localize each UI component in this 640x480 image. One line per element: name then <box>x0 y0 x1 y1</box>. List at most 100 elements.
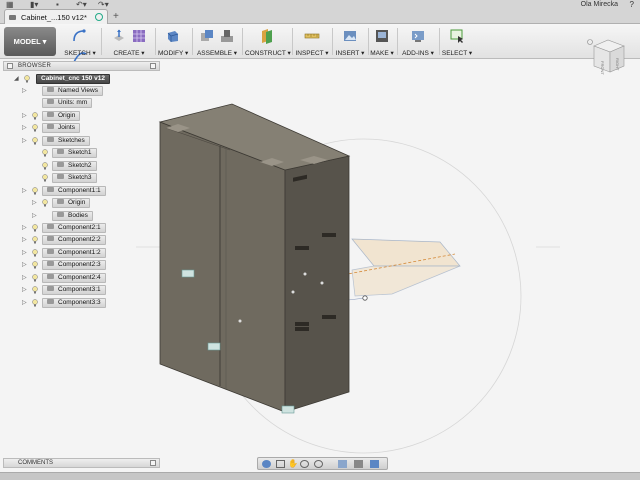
modify-group[interactable]: MODIFY ▾ <box>158 26 188 57</box>
expand-toggle-icon[interactable]: ▷ <box>22 87 27 94</box>
browser-panel-header[interactable]: BROWSER <box>3 61 160 71</box>
grid-menu-icon[interactable]: ▦ <box>6 0 14 9</box>
joint-icon[interactable] <box>219 28 235 44</box>
cabinet-front-face[interactable] <box>159 121 286 413</box>
collapse-browser-icon[interactable] <box>7 63 13 69</box>
expand-toggle-icon[interactable]: ▷ <box>22 286 27 293</box>
visibility-bulb-icon[interactable] <box>42 174 48 182</box>
look-at-icon[interactable] <box>276 460 285 468</box>
visibility-bulb-icon[interactable] <box>42 161 48 170</box>
add-ins-group[interactable]: ADD-INS ▾ <box>400 26 436 57</box>
viewcube[interactable]: FRONT RIGHT <box>584 36 632 84</box>
expand-comments-icon[interactable] <box>150 460 156 466</box>
visibility-bulb-icon[interactable] <box>32 124 38 132</box>
browser-node[interactable]: Units: mm <box>42 98 93 109</box>
expand-toggle-icon[interactable]: ▷ <box>22 124 27 131</box>
timeline-strip[interactable] <box>0 472 640 480</box>
expand-toggle-icon[interactable]: ▷ <box>22 224 27 231</box>
home-view-icon[interactable] <box>587 39 593 45</box>
insert-group[interactable]: INSERT ▾ <box>335 26 365 57</box>
browser-node[interactable]: Component3:3 <box>42 297 106 308</box>
offset-plane-icon[interactable] <box>259 28 275 44</box>
visibility-bulb-icon[interactable] <box>32 112 38 120</box>
make-group[interactable]: MAKE ▾ <box>370 26 394 57</box>
expand-toggle-icon[interactable]: ▷ <box>22 261 27 268</box>
joint-marker-icon[interactable] <box>181 269 195 278</box>
browser-node[interactable]: Component1:1 <box>42 185 106 196</box>
save-icon[interactable]: ▪ <box>56 0 59 9</box>
select-group[interactable]: SELECT ▾ <box>441 26 473 57</box>
workspace-switcher-button[interactable]: MODEL ▾ <box>4 27 56 56</box>
visibility-bulb-icon[interactable] <box>32 274 38 282</box>
browser-node[interactable]: Component2:3 <box>42 260 106 271</box>
browser-node[interactable]: Component2:1 <box>42 222 106 233</box>
display-settings-icon[interactable] <box>338 460 347 468</box>
undo-icon[interactable]: ↶▾ <box>76 0 87 9</box>
browser-node[interactable]: Bodies <box>52 210 93 221</box>
expand-toggle-icon[interactable]: ▷ <box>32 212 37 219</box>
browser-node[interactable]: Component2:4 <box>42 272 106 283</box>
user-name[interactable]: Ola Mirecka <box>581 0 618 9</box>
browser-node[interactable]: Sketch1 <box>52 148 97 159</box>
new-component-icon[interactable] <box>199 28 215 44</box>
browser-node[interactable]: Sketch3 <box>52 173 97 184</box>
browser-node[interactable]: Origin <box>42 110 81 121</box>
visibility-bulb-icon[interactable] <box>42 149 48 157</box>
visibility-bulb-icon[interactable] <box>32 249 38 257</box>
expand-toggle-icon[interactable]: ▷ <box>22 236 27 243</box>
pin-browser-icon[interactable] <box>150 63 156 69</box>
expand-toggle-icon[interactable]: ▷ <box>22 274 27 281</box>
sketch-point[interactable] <box>303 272 307 276</box>
canvas-viewport[interactable] <box>0 60 640 456</box>
browser-node[interactable]: Component2:2 <box>42 235 106 246</box>
help-icon[interactable]: ? <box>630 0 634 9</box>
form-icon[interactable] <box>131 28 147 44</box>
sketch-point[interactable] <box>291 290 295 294</box>
visibility-bulb-icon[interactable] <box>24 75 30 83</box>
3d-print-icon[interactable] <box>374 28 390 44</box>
browser-node[interactable]: Joints <box>42 123 80 134</box>
expand-toggle-icon[interactable]: ▷ <box>32 199 37 206</box>
expand-toggle-icon[interactable]: ▷ <box>22 112 27 119</box>
browser-node[interactable]: Named Views <box>42 86 103 96</box>
browser-node[interactable]: Component3:1 <box>42 285 106 296</box>
visibility-bulb-icon[interactable] <box>32 286 38 294</box>
comments-panel-header[interactable]: COMMENTS <box>3 458 160 468</box>
construct-group[interactable]: CONSTRUCT ▾ <box>245 26 291 57</box>
sketch-line-icon[interactable] <box>72 28 88 44</box>
browser-node[interactable]: Sketch2 <box>52 160 97 171</box>
tab-document[interactable]: Cabinet_...150 v12* <box>4 9 108 24</box>
visibility-bulb-icon[interactable] <box>32 137 38 145</box>
browser-node[interactable]: Origin <box>52 198 91 209</box>
select-icon[interactable] <box>449 28 465 44</box>
orbit-icon[interactable] <box>262 460 271 468</box>
grid-settings-icon[interactable] <box>354 460 363 468</box>
browser-root-node[interactable]: Cabinet_cnc 150 v12 <box>36 74 110 84</box>
expand-toggle-icon[interactable]: ▷ <box>22 187 27 194</box>
measure-icon[interactable] <box>304 28 320 44</box>
joint-marker-icon[interactable] <box>281 405 295 414</box>
visibility-bulb-icon[interactable] <box>32 186 38 195</box>
browser-node[interactable]: Sketches <box>42 135 90 146</box>
expand-toggle-icon[interactable]: ▷ <box>22 299 27 306</box>
scripts-icon[interactable] <box>410 28 426 44</box>
inspect-group[interactable]: INSPECT ▾ <box>295 26 329 57</box>
browser-node[interactable]: Component1:2 <box>42 247 106 258</box>
visibility-bulb-icon[interactable] <box>32 236 38 244</box>
redo-icon[interactable]: ↷▾ <box>98 0 109 9</box>
assemble-group[interactable]: ASSEMBLE ▾ <box>195 26 239 57</box>
cabinet-side-face[interactable] <box>284 155 350 413</box>
press-pull-icon[interactable] <box>165 28 181 44</box>
sketch-point[interactable] <box>320 281 324 285</box>
sketch-point-origin[interactable] <box>362 295 368 301</box>
visibility-bulb-icon[interactable] <box>32 298 38 307</box>
visibility-bulb-icon[interactable] <box>32 261 38 269</box>
sketch-group[interactable]: SKETCH ▾ <box>62 26 98 63</box>
tab-status-icon[interactable] <box>95 13 103 21</box>
create-group[interactable]: CREATE ▾ <box>106 26 152 57</box>
joint-marker-icon[interactable] <box>207 342 221 351</box>
sketch-point[interactable] <box>238 319 242 323</box>
expand-toggle-icon[interactable]: ▷ <box>22 137 27 144</box>
visibility-bulb-icon[interactable] <box>32 224 38 232</box>
extrude-icon[interactable] <box>111 28 127 44</box>
